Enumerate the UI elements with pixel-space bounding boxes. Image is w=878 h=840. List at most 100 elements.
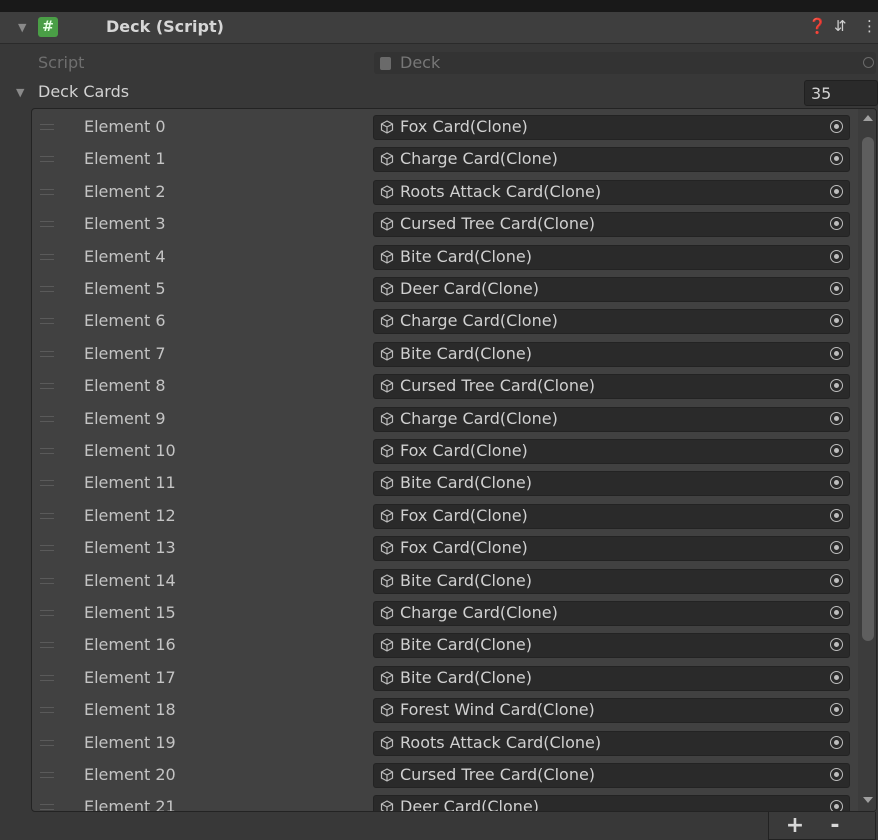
object-field[interactable]: Charge Card(Clone) [373,406,850,432]
remove-element-button[interactable]: - [815,812,855,840]
object-field[interactable]: Bite Card(Clone) [373,568,850,594]
drag-handle-icon[interactable] [40,286,54,292]
drag-handle-icon[interactable] [40,610,54,616]
drag-handle-icon[interactable] [40,642,54,649]
scrollbar-thumb[interactable] [862,137,874,641]
object-field[interactable]: Forest Wind Card(Clone) [373,698,850,724]
object-field[interactable]: Charge Card(Clone) [373,147,850,173]
list-item[interactable]: Element 10 Fox Card(Clone) [32,436,876,468]
drag-handle-icon[interactable] [40,577,54,584]
object-picker-icon[interactable] [830,314,843,328]
component-header[interactable]: ▼ # Deck (Script) ❓ ⇵ ⋮ [0,12,878,44]
scroll-down-arrow-icon[interactable] [863,797,873,803]
object-picker-icon[interactable] [830,703,843,717]
object-picker-icon[interactable] [830,476,843,490]
scrollbar[interactable] [858,109,876,811]
drag-handle-icon[interactable] [40,804,54,811]
more-options-icon[interactable]: ⋮ [862,17,877,35]
list-item[interactable]: Element 16 Bite Card(Clone) [32,630,876,662]
object-picker-icon[interactable] [830,120,843,133]
drag-handle-icon[interactable] [40,124,54,130]
list-item[interactable]: Element 6 Charge Card(Clone) [32,306,876,338]
object-picker-icon[interactable] [830,411,843,425]
drag-handle-icon[interactable] [40,221,54,228]
list-item[interactable]: Element 17 Bite Card(Clone) [32,663,876,695]
drag-handle-icon[interactable] [40,415,54,422]
object-picker-icon[interactable] [830,638,843,652]
object-picker-icon[interactable] [830,379,843,393]
list-item[interactable]: Element 2 Roots Attack Card(Clone) [32,177,876,209]
list-item[interactable]: Element 11 Bite Card(Clone) [32,468,876,500]
drag-handle-icon[interactable] [40,739,54,746]
object-field[interactable]: Roots Attack Card(Clone) [373,730,850,756]
object-field[interactable]: Deer Card(Clone) [373,795,850,811]
object-picker-icon[interactable] [830,573,843,587]
scroll-up-arrow-icon[interactable] [863,115,873,121]
object-field[interactable]: Fox Card(Clone) [373,439,850,464]
drag-handle-icon[interactable] [40,545,54,552]
drag-handle-icon[interactable] [40,480,54,487]
list-item[interactable]: Element 4 Bite Card(Clone) [32,242,876,274]
drag-handle-icon[interactable] [40,674,54,681]
object-field[interactable]: Roots Attack Card(Clone) [373,179,850,205]
drag-handle-icon[interactable] [40,188,54,195]
object-field[interactable]: Fox Card(Clone) [373,503,850,529]
deck-cards-row[interactable]: ▼ Deck Cards [0,80,878,106]
drag-handle-icon[interactable] [40,156,54,163]
object-picker-icon[interactable] [830,735,843,749]
object-field[interactable]: Bite Card(Clone) [373,665,850,691]
list-item[interactable]: Element 19 Roots Attack Card(Clone) [32,728,876,760]
list-item[interactable]: Element 21 Deer Card(Clone) [32,792,876,811]
object-picker-icon[interactable] [830,152,843,166]
object-field[interactable]: Bite Card(Clone) [373,244,850,270]
list-item[interactable]: Element 20 Cursed Tree Card(Clone) [32,760,876,792]
list-item[interactable]: Element 9 Charge Card(Clone) [32,404,876,436]
deck-cards-foldout-icon[interactable]: ▼ [16,86,24,99]
drag-handle-icon[interactable] [40,707,54,714]
object-picker-icon[interactable] [830,249,843,263]
object-picker-icon[interactable] [830,184,843,198]
object-picker-icon[interactable] [830,541,843,555]
object-picker-icon[interactable] [830,768,843,781]
object-picker-icon[interactable] [830,346,843,360]
drag-handle-icon[interactable] [40,383,54,390]
help-icon[interactable]: ❓ [808,17,827,35]
object-picker-icon[interactable] [830,508,843,522]
drag-handle-icon[interactable] [40,253,54,260]
object-field[interactable]: Cursed Tree Card(Clone) [373,212,850,238]
object-picker-icon[interactable] [830,217,843,231]
drag-handle-icon[interactable] [40,772,54,778]
list-item[interactable]: Element 13 Fox Card(Clone) [32,533,876,565]
object-picker-icon[interactable] [830,444,843,457]
object-field[interactable]: Deer Card(Clone) [373,277,850,302]
object-field[interactable]: Cursed Tree Card(Clone) [373,374,850,400]
drag-handle-icon[interactable] [40,512,54,519]
object-picker-icon[interactable] [830,606,843,619]
object-field[interactable]: Fox Card(Clone) [373,115,850,140]
object-field[interactable]: Charge Card(Clone) [373,309,850,335]
object-field[interactable]: Charge Card(Clone) [373,601,850,626]
list-item[interactable]: Element 14 Bite Card(Clone) [32,566,876,598]
list-item[interactable]: Element 7 Bite Card(Clone) [32,339,876,371]
foldout-arrow-icon[interactable]: ▼ [18,21,26,34]
list-item[interactable]: Element 3 Cursed Tree Card(Clone) [32,209,876,241]
object-field[interactable]: Bite Card(Clone) [373,471,850,497]
object-field[interactable]: Fox Card(Clone) [373,536,850,562]
drag-handle-icon[interactable] [40,350,54,357]
object-field[interactable]: Cursed Tree Card(Clone) [373,763,850,788]
object-picker-icon[interactable] [830,800,843,811]
object-field[interactable]: Bite Card(Clone) [373,341,850,367]
list-item[interactable]: Element 8 Cursed Tree Card(Clone) [32,371,876,403]
list-item[interactable]: Element 1 Charge Card(Clone) [32,144,876,176]
drag-handle-icon[interactable] [40,448,54,454]
list-item[interactable]: Element 0 Fox Card(Clone) [32,112,876,144]
array-size-field[interactable]: 35 [804,80,878,106]
list-item[interactable]: Element 5 Deer Card(Clone) [32,274,876,306]
list-item[interactable]: Element 15 Charge Card(Clone) [32,598,876,630]
object-picker-icon[interactable] [830,670,843,684]
object-field[interactable]: Bite Card(Clone) [373,633,850,659]
list-item[interactable]: Element 18 Forest Wind Card(Clone) [32,695,876,727]
list-item[interactable]: Element 12 Fox Card(Clone) [32,501,876,533]
drag-handle-icon[interactable] [40,318,54,325]
object-picker-icon[interactable] [830,282,843,295]
